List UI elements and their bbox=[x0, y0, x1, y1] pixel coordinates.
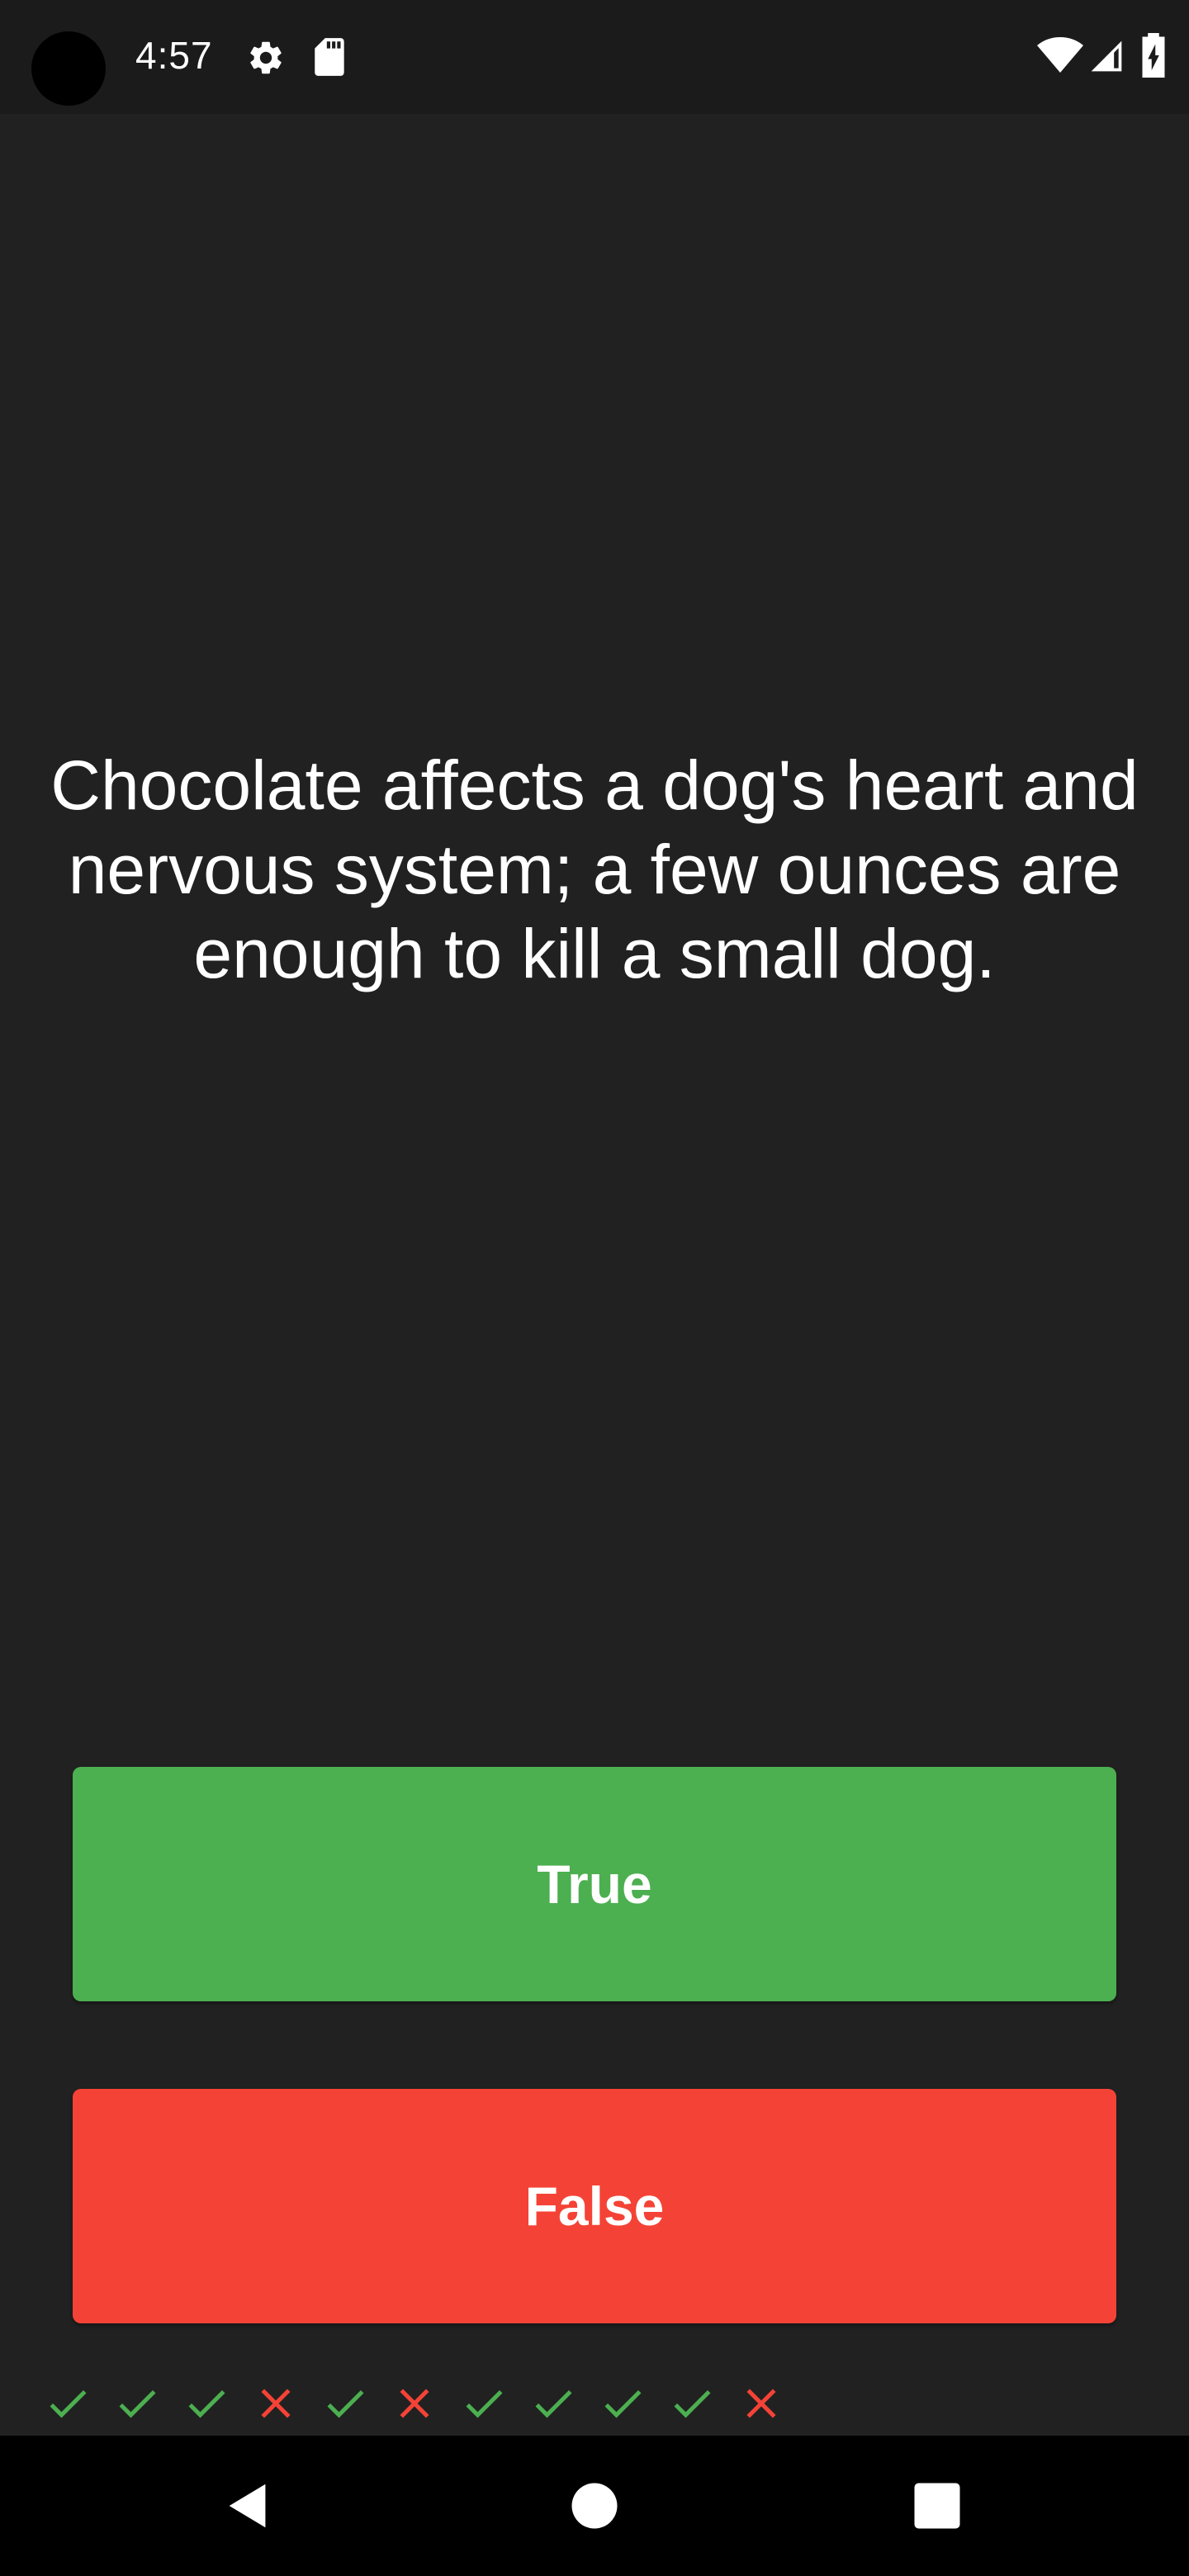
cross-icon bbox=[380, 2376, 449, 2431]
question-text: Chocolate affects a dog's heart and nerv… bbox=[50, 746, 1139, 992]
check-icon bbox=[172, 2376, 241, 2431]
wifi-icon bbox=[1037, 36, 1083, 76]
cross-icon bbox=[241, 2376, 310, 2431]
settings-icon bbox=[246, 38, 286, 78]
true-button[interactable]: True bbox=[73, 1767, 1116, 2001]
navigation-bar bbox=[0, 2436, 1189, 2576]
false-button[interactable]: False bbox=[73, 2089, 1116, 2323]
camera-cutout bbox=[31, 31, 106, 106]
check-icon bbox=[33, 2376, 102, 2431]
check-icon bbox=[310, 2376, 380, 2431]
check-icon bbox=[519, 2376, 588, 2431]
cross-icon bbox=[727, 2376, 796, 2431]
sd-card-icon bbox=[312, 36, 348, 78]
status-time: 4:57 bbox=[135, 34, 213, 77]
check-icon bbox=[449, 2376, 519, 2431]
recents-icon[interactable] bbox=[900, 2469, 974, 2543]
signal-icon bbox=[1088, 38, 1125, 74]
check-icon bbox=[102, 2376, 172, 2431]
battery-charging-icon bbox=[1139, 33, 1168, 78]
back-icon[interactable] bbox=[211, 2469, 286, 2543]
check-icon bbox=[588, 2376, 657, 2431]
check-icon bbox=[657, 2376, 727, 2431]
score-tracker bbox=[33, 2376, 796, 2431]
home-icon[interactable] bbox=[557, 2469, 632, 2543]
status-bar: 4:57 bbox=[0, 0, 1189, 114]
